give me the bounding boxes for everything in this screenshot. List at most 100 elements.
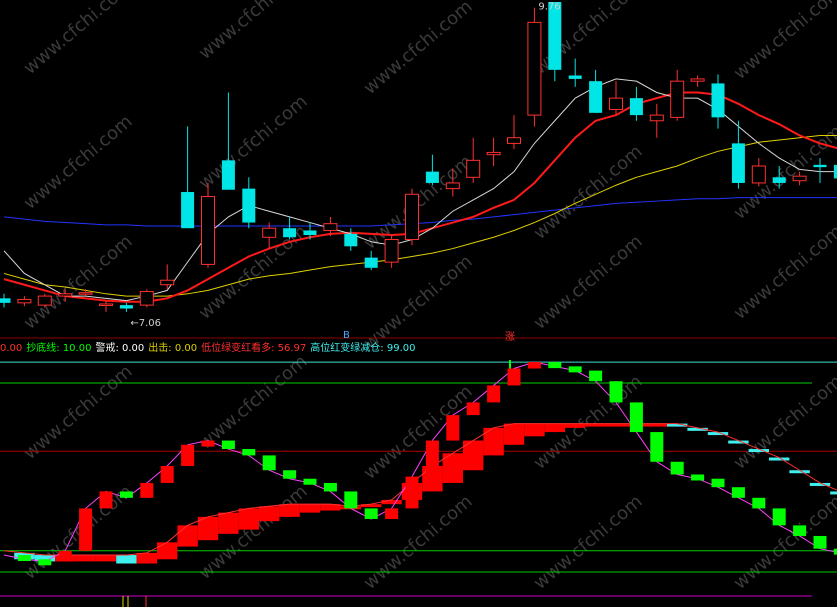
watermark-text: www.cfchi.com: [730, 221, 837, 324]
legend-item: 出击: 0.00: [148, 343, 198, 354]
candle-body-up: [99, 303, 113, 306]
candle-body-up: [78, 292, 93, 295]
band-block: [503, 423, 525, 445]
watermark-text: www.cfchi.com: [730, 0, 837, 84]
osc-bar: [425, 440, 439, 477]
candle-body-up: [445, 182, 460, 190]
watermark-text: www.cfchi.com: [20, 481, 137, 584]
candle-body-up: [649, 114, 664, 122]
candle-body-up: [17, 298, 32, 304]
candle-body-up: [792, 175, 807, 182]
signal-mark-zhang: 涨: [505, 331, 515, 343]
candle-body-down: [425, 171, 439, 183]
legend-item: 警戒: 0.00: [95, 343, 145, 354]
osc-bar: [793, 525, 807, 536]
osc-bar: [221, 440, 235, 450]
candle-body-up: [609, 97, 623, 110]
indicator-legend: 0.00 抄底线: 10.00 警戒: 0.00 出击: 0.00 低位绿变红看多: 5…: [0, 342, 419, 356]
osc-bar: [303, 478, 317, 485]
candle-body-down: [344, 233, 358, 247]
osc-bar: [79, 508, 93, 551]
candle-body-up: [690, 78, 705, 82]
osc-bar: [548, 362, 562, 369]
osc-bar: [262, 455, 276, 471]
candle-body-down: [568, 75, 582, 79]
osc-bar: [487, 385, 501, 403]
osc-bar: [38, 559, 52, 566]
candle-body-down: [711, 83, 725, 118]
legend-item: 0.00: [0, 343, 23, 354]
candle-body-down: [283, 228, 297, 238]
band-block: [565, 423, 586, 428]
band-block: [157, 542, 178, 560]
candle-body-up: [58, 293, 73, 297]
osc-bar: [344, 491, 358, 509]
osc-bar: [772, 508, 786, 526]
candle-body-up: [466, 159, 481, 178]
osc-bar: [507, 368, 521, 386]
band-block: [524, 423, 545, 437]
osc-bar: [181, 444, 195, 466]
osc-bar: [609, 381, 623, 403]
candle-body-down: [119, 305, 133, 309]
osc-bar: [140, 482, 154, 498]
band-block: [238, 508, 259, 530]
ma20-line: [3, 134, 837, 297]
candle-body-up: [201, 196, 215, 265]
watermark-text: www.cfchi.com: [20, 0, 137, 79]
osc-bar: [364, 508, 378, 519]
osc-bar: [752, 497, 766, 509]
band-block: [279, 504, 300, 517]
osc-bar: [283, 470, 297, 479]
osc-bar: [99, 491, 113, 509]
candle-body-up: [384, 239, 399, 263]
band-block: [136, 552, 157, 564]
candle-body-up: [323, 223, 338, 231]
osc-bar: [589, 370, 603, 382]
oscillator-panel: [0, 360, 837, 607]
osc-bar: [405, 476, 419, 509]
watermark-text: www.cfchi.com: [195, 91, 312, 194]
band-block: [830, 491, 837, 495]
band-block: [299, 504, 321, 513]
band-block: [177, 525, 198, 547]
osc-bar: [242, 449, 256, 456]
candle-body-up: [37, 295, 52, 306]
candle-body-down: [303, 230, 317, 235]
osc-bar: [731, 487, 745, 498]
osc-bar: [119, 491, 133, 498]
candle-body-down: [629, 98, 643, 116]
osc-bar: [466, 402, 480, 416]
osc-bar: [201, 440, 215, 447]
chart-canvas: www.cfchi.com www.cfchi.com www.cfchi.com w…: [0, 0, 837, 607]
candle-body-up: [486, 151, 501, 156]
osc-bar: [691, 474, 705, 481]
candle-body-down: [181, 192, 195, 229]
band-block: [116, 555, 137, 564]
legend-item: 抄底线: 10.00: [26, 343, 92, 354]
watermark-text: www.cfchi.com: [20, 111, 137, 214]
watermark-text: www.cfchi.com: [360, 0, 477, 99]
watermark-text: www.cfchi.com: [530, 141, 647, 244]
osc-bar: [160, 466, 174, 483]
band-block: [381, 499, 402, 505]
candle-body-down: [589, 81, 603, 113]
candle-body-up: [405, 193, 419, 241]
band-block: [95, 555, 117, 562]
osc-bar: [568, 366, 582, 373]
candle-body-down: [364, 257, 378, 268]
watermark-text: www.cfchi.com: [530, 491, 647, 594]
osc-bar: [385, 508, 399, 519]
legend-item: 低位绿变红看多: 56.97: [201, 343, 307, 354]
osc-bar: [446, 415, 460, 441]
watermark-text: www.cfchi.com: [20, 361, 137, 464]
band-block: [75, 555, 96, 562]
watermark-text: www.cfchi.com: [530, 231, 647, 334]
candle-body-up: [262, 227, 277, 238]
band-block: [259, 506, 280, 522]
candle-body-down: [813, 164, 827, 168]
legend-item: 高位红变绿减仓: 99.00: [310, 343, 416, 354]
candle-body-down: [242, 188, 256, 223]
candle-body-up: [139, 291, 154, 306]
osc-bar: [813, 535, 827, 549]
